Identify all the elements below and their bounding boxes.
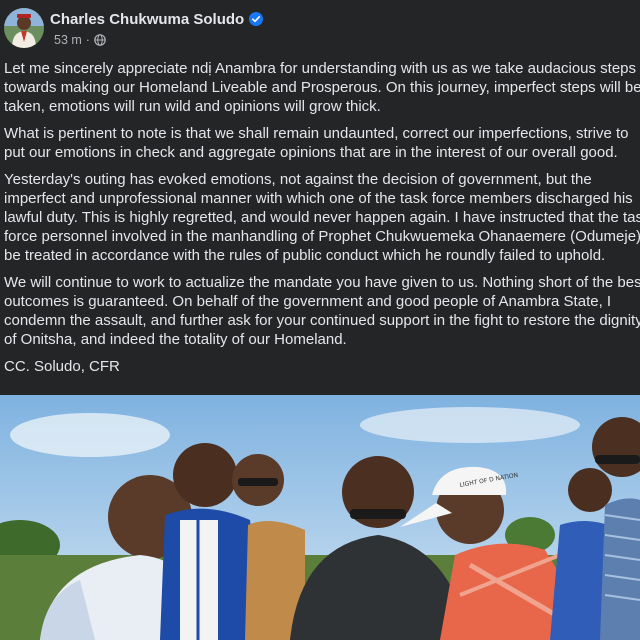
author-avatar[interactable]: [4, 8, 44, 48]
post-paragraph: Let me sincerely appreciate ndị Anambra …: [4, 59, 640, 116]
text-line: outcomes is guaranteed. On behalf of the…: [4, 293, 612, 310]
post-photo[interactable]: LIGHT OF D NATION: [0, 395, 640, 640]
post-paragraph: Yesterday's outing has evoked emotions, …: [4, 170, 640, 265]
text-line: be treated in accordance with the rules …: [4, 247, 606, 264]
text-line: What is pertinent to note is that we sha…: [4, 125, 629, 142]
text-line: CC. Soludo, CFR: [4, 358, 120, 375]
post-header: Charles Chukwuma Soludo 53 m ·: [4, 8, 604, 48]
verified-badge-icon: [249, 12, 264, 26]
meta-separator: ·: [85, 33, 90, 47]
facebook-post: Charles Chukwuma Soludo 53 m · Let me si…: [0, 0, 640, 640]
post-paragraph: What is pertinent to note is that we sha…: [4, 124, 640, 162]
author-line: Charles Chukwuma Soludo: [50, 10, 264, 28]
text-line: towards making our Homeland Liveable and…: [4, 79, 640, 96]
post-meta: 53 m ·: [54, 32, 106, 48]
post-paragraph: We will continue to work to actualize th…: [4, 273, 640, 349]
globe-icon[interactable]: [94, 34, 106, 46]
author-name[interactable]: Charles Chukwuma Soludo: [50, 11, 244, 28]
text-line: put our emotions in check and aggregate …: [4, 144, 618, 161]
post-message: Let me sincerely appreciate ndị Anambra …: [4, 59, 640, 384]
text-line: of Onitsha, and indeed the totality of o…: [4, 331, 347, 348]
text-line: taken, emotions will run wild and opinio…: [4, 98, 381, 115]
post-signature: CC. Soludo, CFR: [4, 357, 640, 376]
text-line: force personnel involved in the manhandl…: [4, 228, 640, 245]
text-line: Let me sincerely appreciate ndị Anambra …: [4, 60, 637, 77]
post-timestamp[interactable]: 53 m: [54, 33, 82, 47]
text-line: imperfect and unprofessional manner with…: [4, 190, 633, 207]
text-line: condemn the assault, and further ask for…: [4, 312, 640, 329]
text-line: Yesterday's outing has evoked emotions, …: [4, 171, 592, 188]
text-line: We will continue to work to actualize th…: [4, 274, 640, 291]
text-line: lawful duty. This is highly regretted, a…: [4, 209, 640, 226]
